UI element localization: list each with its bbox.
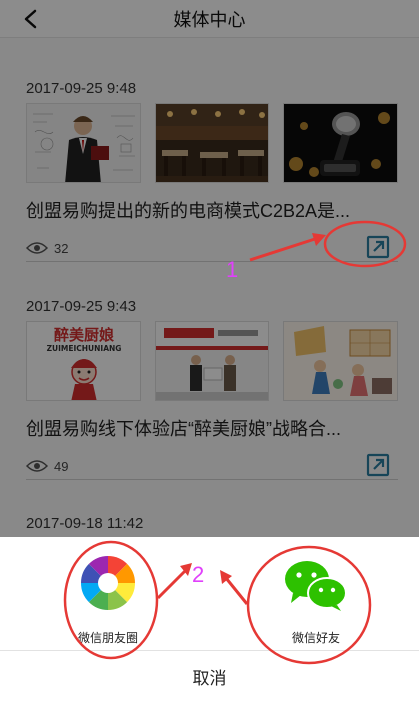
- annotation-label-2: 2: [192, 562, 205, 587]
- annotation-label-1: 1: [226, 257, 239, 282]
- share-option-label: 微信好友: [291, 631, 340, 645]
- share-option-label: 微信朋友圈: [77, 631, 138, 645]
- wechat-icon: [285, 561, 347, 611]
- share-options: 微信朋友圈 微信好友: [0, 537, 419, 650]
- share-wechat-moments[interactable]: 微信朋友圈: [28, 537, 188, 650]
- share-sheet: 微信朋友圈 微信好友 取消: [0, 537, 419, 702]
- cancel-button[interactable]: 取消: [0, 651, 419, 702]
- wechat-moments-icon: [80, 556, 135, 610]
- share-wechat-friend[interactable]: 微信好友: [236, 537, 396, 650]
